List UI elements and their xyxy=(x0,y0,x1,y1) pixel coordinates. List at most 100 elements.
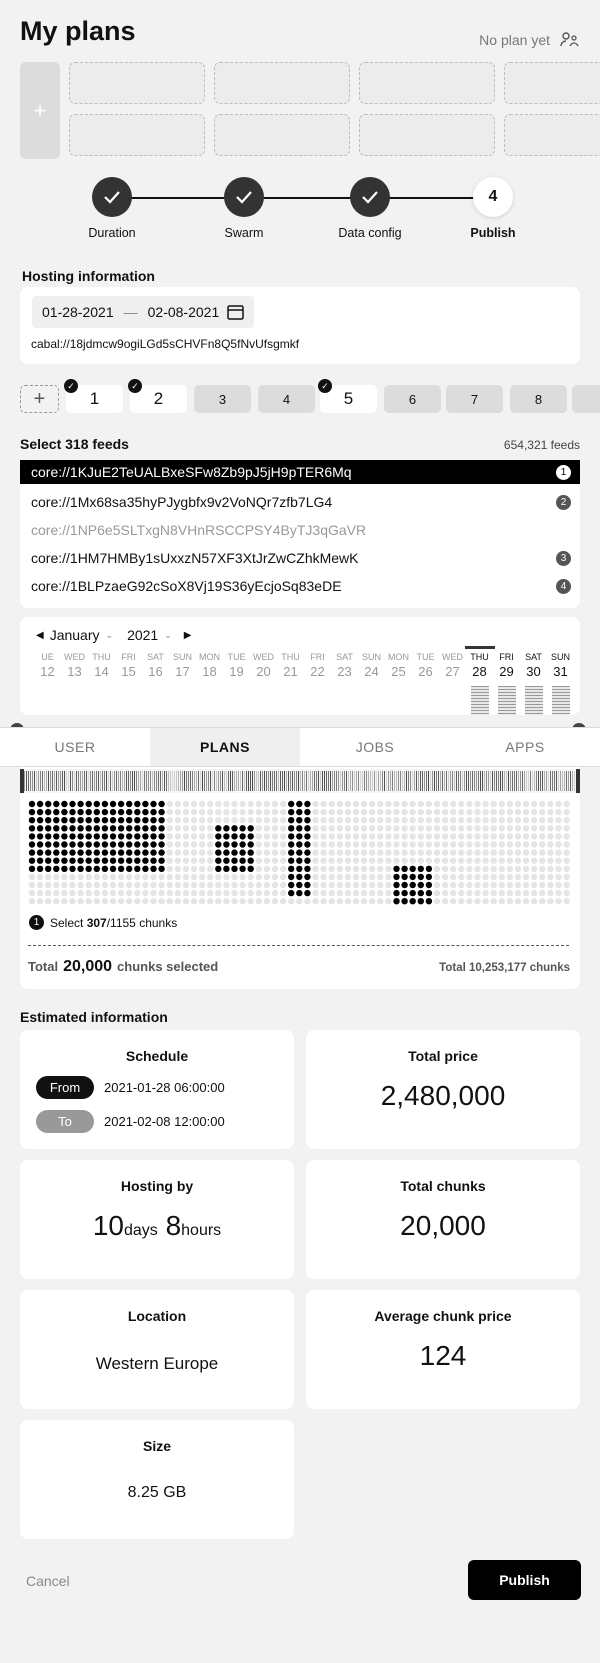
timeline-handle[interactable] xyxy=(576,769,580,793)
feed-chip[interactable]: 3 xyxy=(194,385,251,413)
calendar-day[interactable]: WED 13 xyxy=(61,652,88,679)
calendar-day[interactable]: MON 18 xyxy=(196,652,223,679)
day-of-week: MON xyxy=(388,652,409,662)
add-feed-button[interactable]: + xyxy=(20,385,59,413)
timeline-tick xyxy=(244,771,245,791)
step-data-config[interactable] xyxy=(350,177,390,217)
feed-chip[interactable]: 8 xyxy=(510,385,567,413)
chunk-dot xyxy=(490,881,497,889)
timeline-tick xyxy=(32,771,33,791)
chunk-dot xyxy=(231,881,238,889)
publish-button[interactable]: Publish xyxy=(468,1560,581,1600)
calendar-day[interactable]: FRI 15 xyxy=(115,652,142,679)
chunk-dot xyxy=(555,833,562,840)
chunk-dot xyxy=(385,825,392,832)
plan-slot[interactable] xyxy=(504,114,600,156)
step-label: Duration xyxy=(88,226,136,240)
calendar-day[interactable]: WED 27 xyxy=(439,652,466,679)
calendar-day[interactable]: UE 12 xyxy=(34,652,61,679)
stepper-line xyxy=(112,197,492,199)
chunk-dot xyxy=(336,865,343,872)
timeline-tick xyxy=(90,771,91,791)
day-of-week: SUN xyxy=(550,652,570,662)
calendar-day[interactable]: TUE 26 xyxy=(412,652,439,679)
next-month-icon[interactable]: ▶ xyxy=(184,630,192,641)
month-select[interactable]: January xyxy=(50,627,100,643)
feed-chip[interactable]: 2 ✓ xyxy=(128,379,187,413)
plan-slot[interactable] xyxy=(214,114,350,156)
year-select[interactable]: 2021 xyxy=(127,627,158,643)
chunk-dot xyxy=(207,889,214,897)
feed-chip[interactable]: 6 xyxy=(384,385,441,413)
plan-slot[interactable] xyxy=(69,114,205,156)
calendar-day[interactable]: WED 20 xyxy=(250,652,277,679)
calendar-day[interactable]: MON 25 xyxy=(385,652,412,679)
size-card: Size 8.25 GB xyxy=(20,1420,294,1539)
calendar-day[interactable]: SAT 16 xyxy=(142,652,169,679)
plan-slot[interactable] xyxy=(359,114,495,156)
chunk-dot xyxy=(522,857,530,864)
feed-row[interactable]: core://1Mx68sa35hyPJygbfx9v2VoNQr7zfb7LG… xyxy=(20,488,580,516)
timeline-tick xyxy=(510,771,511,791)
calendar-day[interactable]: THU 14 xyxy=(88,652,115,679)
plan-slot[interactable] xyxy=(504,62,600,104)
timeline-tick xyxy=(450,771,451,791)
chunk-dot xyxy=(190,881,198,889)
timeline-tick xyxy=(36,771,37,791)
feed-chip[interactable] xyxy=(572,385,600,413)
calendar-day[interactable]: TUE 19 xyxy=(223,652,250,679)
chunk-timeline[interactable] xyxy=(20,769,580,793)
step-swarm[interactable] xyxy=(224,177,264,217)
calendar-day[interactable]: SUN 24 xyxy=(358,652,385,679)
chunk-dot xyxy=(360,898,368,905)
calendar-day[interactable]: SAT 30 xyxy=(520,652,547,715)
prev-month-icon[interactable]: ◀ xyxy=(36,630,44,641)
chip-label: 8 xyxy=(534,391,543,407)
chunk-dot xyxy=(312,849,319,856)
plan-slot[interactable] xyxy=(214,62,350,104)
feed-chip[interactable]: 5 ✓ xyxy=(318,379,377,413)
timeline-tick xyxy=(258,771,259,791)
chunk-dot xyxy=(304,857,311,864)
chunk-dot xyxy=(514,833,522,840)
tab-plans[interactable]: PLANS xyxy=(150,728,300,766)
timeline-tick xyxy=(298,771,299,791)
step-publish[interactable]: 4 xyxy=(473,177,513,217)
cancel-button[interactable]: Cancel xyxy=(26,1573,70,1589)
tab-apps[interactable]: APPS xyxy=(450,728,600,766)
feed-chip[interactable]: 1 ✓ xyxy=(64,379,123,413)
timeline-tick xyxy=(410,771,411,791)
feed-row[interactable]: core://1KJuE2TeUALBxeSFw8Zb9pJ5jH9pTER6M… xyxy=(20,460,580,484)
timeline-handle[interactable] xyxy=(20,769,24,793)
calendar-day[interactable]: FRI 22 xyxy=(304,652,331,679)
chunk-dot xyxy=(134,857,141,864)
day-number: 12 xyxy=(40,664,55,679)
chunk-dot xyxy=(166,808,173,816)
feed-chip[interactable]: 7 xyxy=(446,385,503,413)
calendar-day[interactable]: SAT 23 xyxy=(331,652,358,679)
tab-user[interactable]: USER xyxy=(0,728,150,766)
calendar-day[interactable]: THU 21 xyxy=(277,652,304,679)
tab-jobs[interactable]: JOBS xyxy=(300,728,450,766)
add-plan-button[interactable]: + xyxy=(20,62,60,159)
timeline-tick xyxy=(122,771,123,791)
feed-row[interactable]: core://1NP6e5SLTxgN8VHnRSCCPSY4ByTJ3qGaV… xyxy=(20,516,580,544)
feed-row[interactable]: core://1HM7HMBy1sUxxzN57XF3XtJrZwCZhkMew… xyxy=(20,544,580,572)
plan-slot[interactable] xyxy=(359,62,495,104)
date-range-picker[interactable]: 01-28-2021 — 02-08-2021 xyxy=(32,296,254,328)
day-of-week: FRI xyxy=(499,652,514,662)
plan-slot[interactable] xyxy=(69,62,205,104)
chunk-grid[interactable] xyxy=(28,800,573,906)
chunk-dot xyxy=(385,800,392,808)
chunk-dot xyxy=(150,825,157,832)
chunk-dot xyxy=(288,817,295,824)
feed-row[interactable]: core://1BLPzaeG92cSoX8Vj19S36yEcjoSq83eD… xyxy=(20,572,580,600)
calendar-day[interactable]: SUN 31 xyxy=(547,652,574,715)
calendar-day[interactable]: THU 28 xyxy=(465,646,495,715)
chunk-dot xyxy=(166,841,173,848)
calendar-day[interactable]: FRI 29 xyxy=(493,652,520,715)
feed-chip[interactable]: 4 xyxy=(258,385,315,413)
chunk-dot xyxy=(247,889,254,897)
step-duration[interactable] xyxy=(92,177,132,217)
calendar-day[interactable]: SUN 17 xyxy=(169,652,196,679)
